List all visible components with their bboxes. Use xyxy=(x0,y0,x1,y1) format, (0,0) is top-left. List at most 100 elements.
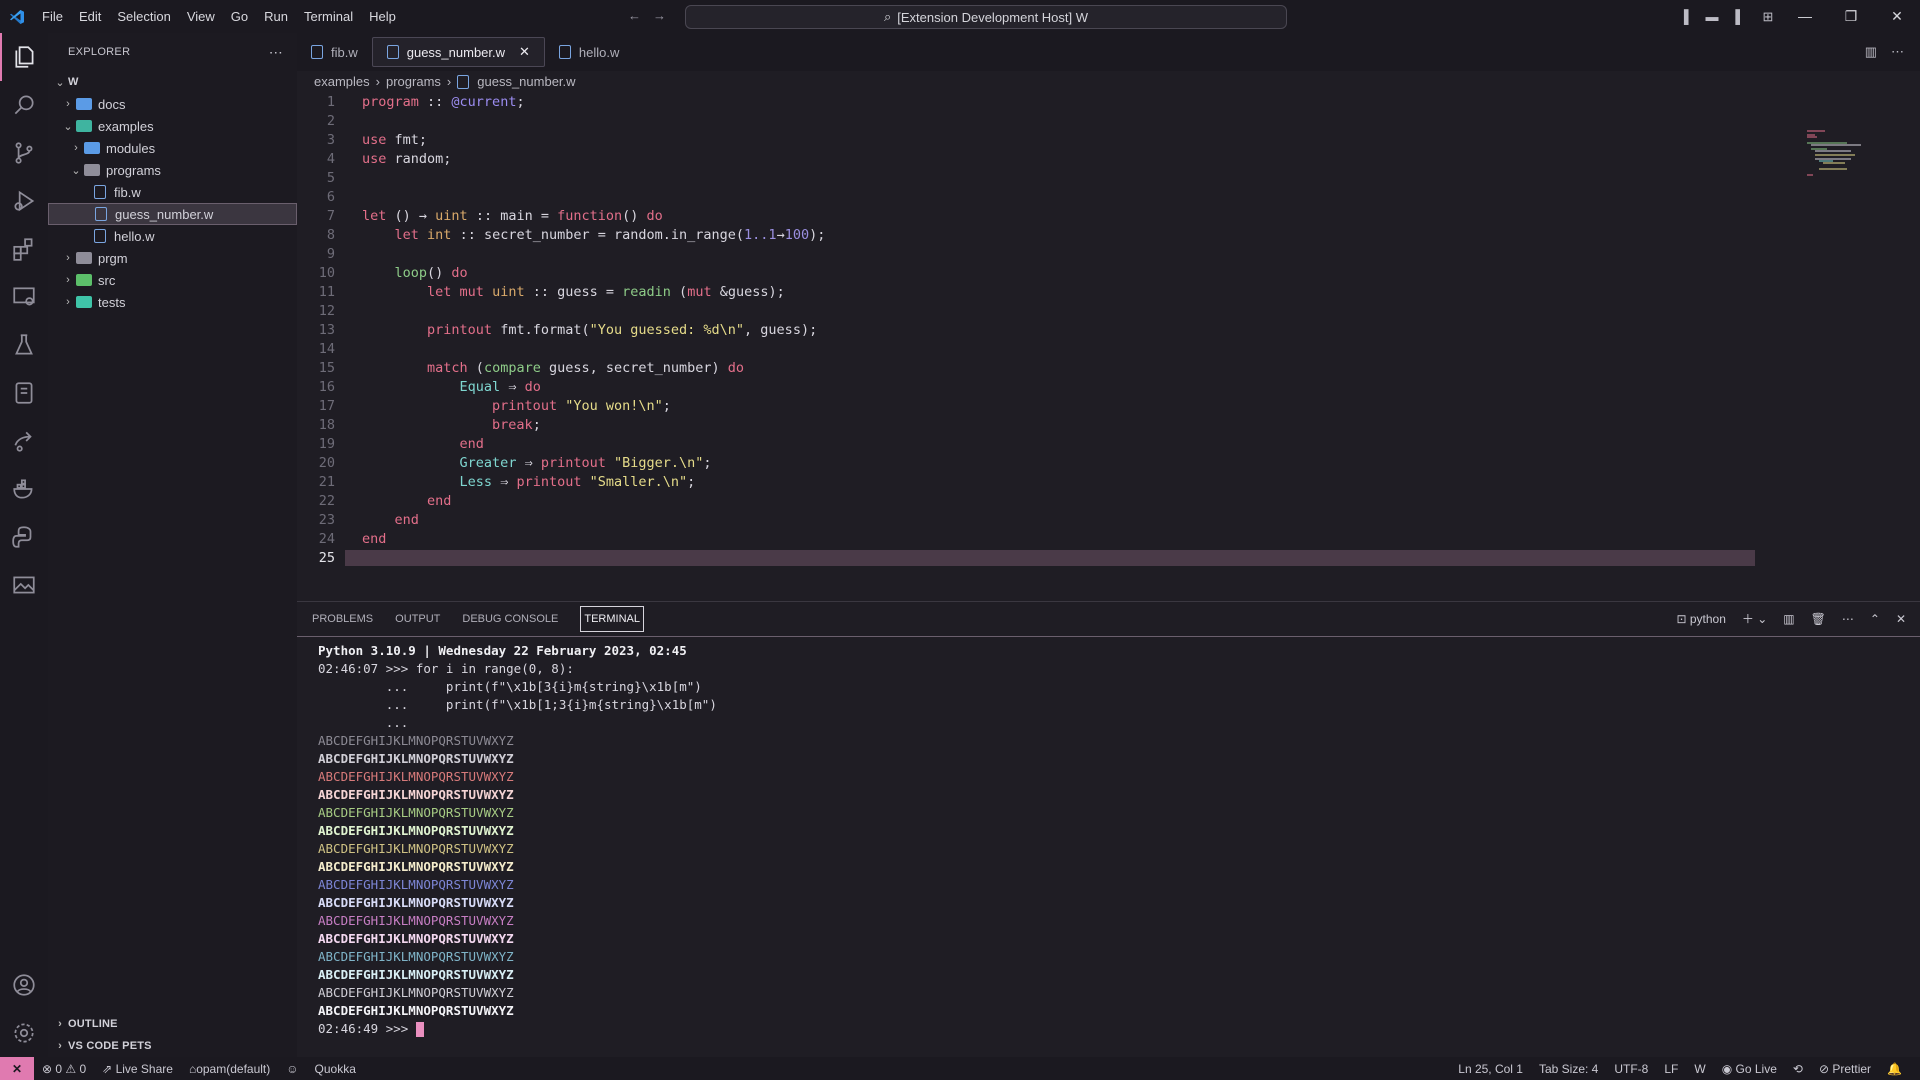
toggle-sidebar-icon[interactable]: ▐ xyxy=(1670,9,1698,24)
panel-tab-output[interactable]: OUTPUT xyxy=(395,613,440,625)
code-token: ); xyxy=(809,226,826,243)
tab-hello-w[interactable]: hello.w xyxy=(545,33,633,71)
docker-icon[interactable] xyxy=(0,465,48,513)
tab-guess-number-w[interactable]: guess_number.w ✕ xyxy=(371,37,545,67)
remote-explorer-icon[interactable] xyxy=(0,273,48,321)
extensions-icon[interactable] xyxy=(0,225,48,273)
menu-item-view[interactable]: View xyxy=(187,9,215,24)
tree-item-prgm[interactable]: › prgm xyxy=(48,247,297,269)
tree-item-guess-number-w[interactable]: guess_number.w xyxy=(48,203,297,225)
tree-item-tests[interactable]: › tests xyxy=(48,291,297,313)
menu-item-edit[interactable]: Edit xyxy=(79,9,101,24)
notebook-icon[interactable] xyxy=(0,369,48,417)
terminal-color-line: ABCDEFGHIJKLMNOPQRSTUVWXYZ xyxy=(318,949,514,964)
menu-item-help[interactable]: Help xyxy=(369,9,396,24)
toggle-panel-icon[interactable]: ▬ xyxy=(1698,9,1726,24)
code-line: 18 break; xyxy=(297,415,1920,434)
outline-section[interactable]: › OUTLINE xyxy=(48,1013,297,1035)
live-share-status[interactable]: ⇗ Live Share xyxy=(102,1062,173,1076)
breadcrumb-item[interactable]: programs xyxy=(386,74,441,89)
split-terminal-icon[interactable]: ▥ xyxy=(1783,612,1794,626)
tree-root[interactable]: ⌄ W xyxy=(48,71,297,93)
search-view-icon[interactable] xyxy=(0,81,48,129)
minimap[interactable] xyxy=(1805,128,1865,178)
command-center[interactable]: ⌕ [Extension Development Host] W xyxy=(685,5,1287,29)
forward-arrow-icon[interactable]: → xyxy=(653,8,666,23)
code-text: loop() do xyxy=(345,265,468,281)
panel-tab-terminal[interactable]: TERMINAL xyxy=(580,606,644,632)
tree-item-examples[interactable]: ⌄ examples xyxy=(48,115,297,137)
code-token: ( xyxy=(467,359,484,376)
problems-status[interactable]: ⊗ 0 ⚠ 0 xyxy=(42,1062,86,1076)
gallery-icon[interactable] xyxy=(0,561,48,609)
live-share-icon[interactable] xyxy=(0,417,48,465)
toggle-secondary-sidebar-icon[interactable]: ▌ xyxy=(1726,9,1754,24)
explorer-icon[interactable] xyxy=(0,33,48,81)
split-editor-icon[interactable]: ▥ xyxy=(1865,44,1877,60)
terminal-shell-selector[interactable]: ⊡ python xyxy=(1676,612,1725,626)
code-token: :: xyxy=(418,93,452,110)
language-mode[interactable]: W xyxy=(1694,1062,1705,1076)
code-editor[interactable]: 1 program :: @current; 2 3 use fmt; 4 use ran… xyxy=(297,92,1920,567)
terminal-icon: ⊡ xyxy=(1676,611,1687,626)
remote-indicator-icon[interactable]: ✕ xyxy=(0,1057,34,1080)
maximize-panel-icon[interactable]: ⌃ xyxy=(1870,612,1880,626)
panel-more-icon[interactable]: ⋯ xyxy=(1842,612,1854,626)
back-arrow-icon[interactable]: ← xyxy=(628,8,641,23)
cursor-position[interactable]: Ln 25, Col 1 xyxy=(1458,1062,1523,1076)
editor-more-icon[interactable]: ⋯ xyxy=(1891,44,1904,60)
go-live-status[interactable]: ◉ Go Live xyxy=(1722,1062,1777,1076)
menu-item-selection[interactable]: Selection xyxy=(117,9,170,24)
new-terminal-icon[interactable]: ＋ ⌄ xyxy=(1742,610,1767,627)
account-icon[interactable] xyxy=(0,961,48,1009)
notifications-bell-icon[interactable]: 🔔 xyxy=(1887,1062,1902,1076)
code-text: printout "You won!\n"; xyxy=(345,398,671,414)
breadcrumb-item[interactable]: guess_number.w xyxy=(477,74,575,89)
minimize-icon[interactable]: — xyxy=(1782,8,1828,25)
more-actions-icon[interactable]: ⋯ xyxy=(269,44,283,61)
tree-item-label: modules xyxy=(106,140,156,156)
tree-item-programs[interactable]: ⌄ programs xyxy=(48,159,297,181)
menu-item-file[interactable]: File xyxy=(42,9,63,24)
menu-item-go[interactable]: Go xyxy=(231,9,248,24)
menu-item-terminal[interactable]: Terminal xyxy=(304,9,353,24)
pets-section[interactable]: › VS CODE PETS xyxy=(48,1035,297,1057)
tab-fib-w[interactable]: fib.w xyxy=(297,33,372,71)
customize-layout-icon[interactable]: ⊞ xyxy=(1754,9,1782,25)
close-panel-icon[interactable]: ✕ xyxy=(1896,612,1906,626)
python-icon[interactable] xyxy=(0,513,48,561)
code-token: match xyxy=(427,359,468,376)
close-window-icon[interactable]: ✕ xyxy=(1874,8,1920,25)
tree-item-src[interactable]: › src xyxy=(48,269,297,291)
sync-icon[interactable]: ⟲ xyxy=(1793,1062,1803,1076)
settings-gear-icon[interactable] xyxy=(0,1009,48,1057)
tree-item-docs[interactable]: › docs xyxy=(48,93,297,115)
encoding[interactable]: UTF-8 xyxy=(1614,1062,1648,1076)
close-tab-icon[interactable]: ✕ xyxy=(519,44,530,60)
code-token: :: secret_number = random. xyxy=(451,226,671,243)
tree-item-modules[interactable]: › modules xyxy=(48,137,297,159)
tree-item-fib-w[interactable]: fib.w xyxy=(48,181,297,203)
testing-icon[interactable] xyxy=(0,321,48,369)
code-text: Greater ⇒ printout "Bigger.\n"; xyxy=(345,455,712,471)
tree-item-hello-w[interactable]: hello.w xyxy=(48,225,297,247)
prettier-status[interactable]: ⊘ Prettier xyxy=(1819,1062,1871,1076)
code-token: guess, secret_number) xyxy=(540,359,728,376)
terminal[interactable]: Python 3.10.9 | Wednesday 22 February 20… xyxy=(297,636,1920,1056)
quokka-status[interactable]: Quokka xyxy=(315,1062,356,1076)
source-control-icon[interactable] xyxy=(0,129,48,177)
opam-status[interactable]: ⌂opam(default) xyxy=(189,1062,270,1076)
trash-icon[interactable]: 🗑 xyxy=(1811,612,1826,626)
breadcrumb-item[interactable]: examples xyxy=(314,74,370,89)
run-debug-icon[interactable] xyxy=(0,177,48,225)
end-of-line[interactable]: LF xyxy=(1664,1062,1678,1076)
code-token: printout xyxy=(492,397,558,414)
feedback-smiley-icon[interactable]: ☺ xyxy=(286,1062,298,1076)
restore-icon[interactable]: ❐ xyxy=(1828,8,1874,25)
panel-tab-debug-console[interactable]: DEBUG CONSOLE xyxy=(462,613,558,625)
menu-item-run[interactable]: Run xyxy=(264,9,288,24)
panel-tab-problems[interactable]: PROBLEMS xyxy=(312,613,373,625)
tab-size[interactable]: Tab Size: 4 xyxy=(1539,1062,1598,1076)
